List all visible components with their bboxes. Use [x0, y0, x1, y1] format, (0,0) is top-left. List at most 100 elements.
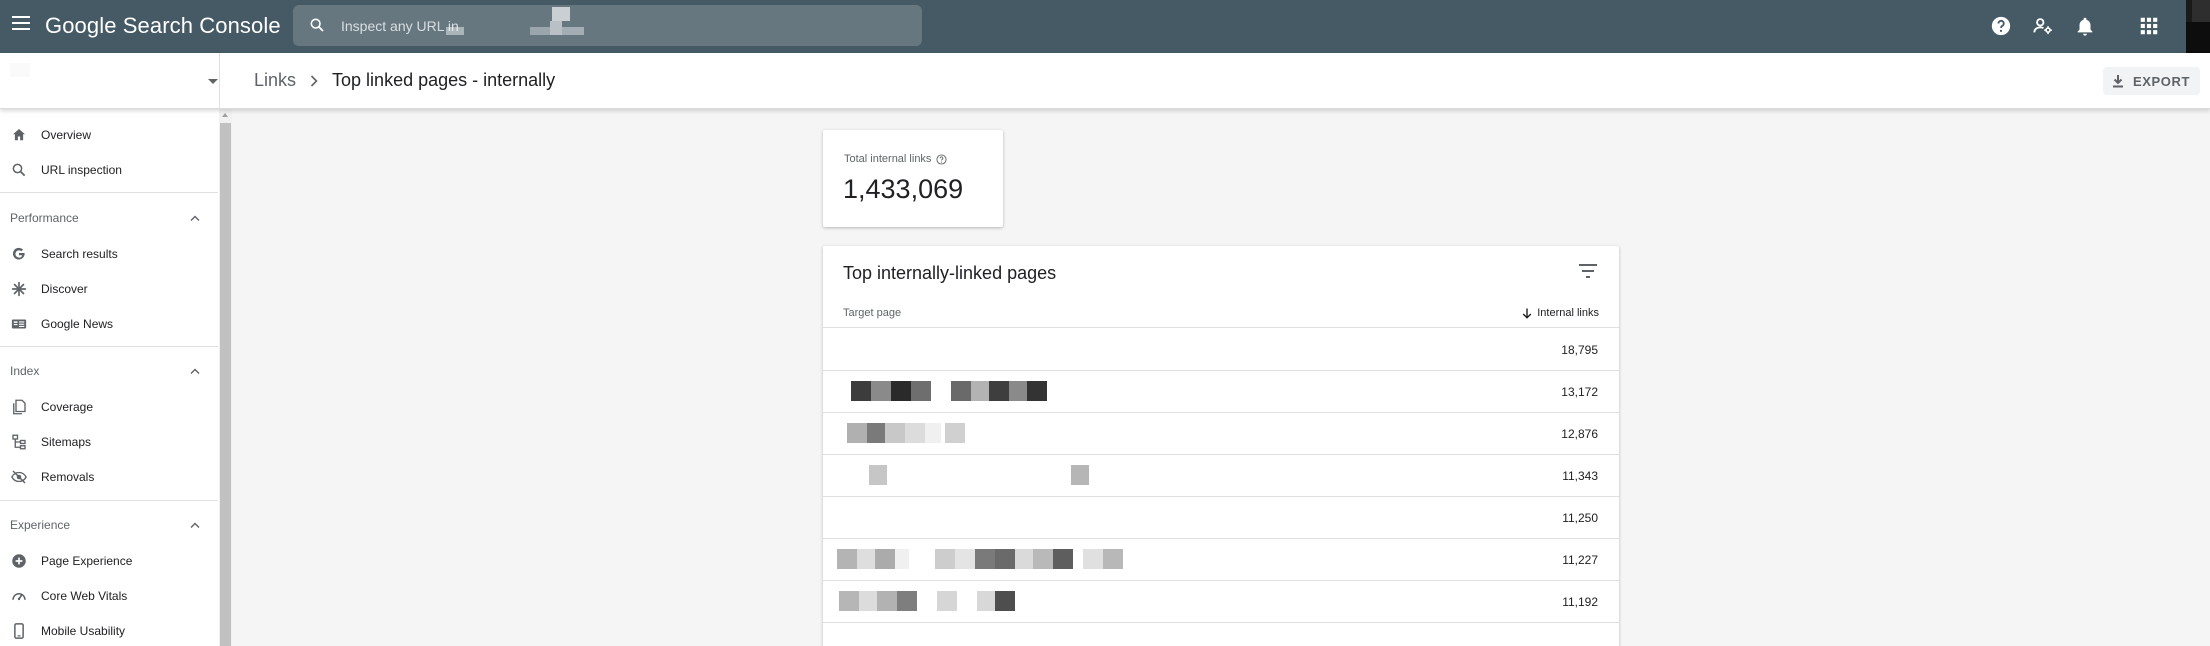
gauge-icon — [12, 592, 26, 600]
sidebar-item-core-web-vitals[interactable]: Core Web Vitals — [0, 578, 218, 613]
apps-grid-icon[interactable] — [2138, 15, 2160, 37]
redacted-url-block — [851, 381, 871, 401]
redacted-url-block — [951, 381, 971, 401]
breadcrumb: Links Top linked pages - internally — [254, 70, 555, 91]
sidebar-section-index[interactable]: Index — [0, 354, 218, 389]
redacted-url-block — [925, 423, 941, 443]
redacted-url-block — [1071, 465, 1089, 485]
redacted-url-block — [1009, 381, 1027, 401]
avatar[interactable] — [2186, 0, 2210, 53]
target-page-url[interactable] — [835, 421, 1235, 447]
menu-icon[interactable] — [12, 16, 30, 30]
sidebar-item-overview[interactable]: Overview — [0, 117, 218, 152]
redacted-url-block — [1015, 549, 1033, 569]
export-button[interactable]: EXPORT — [2102, 67, 2200, 95]
sidebar-section-experience[interactable]: Experience — [0, 508, 218, 543]
table-row[interactable]: 11,227 — [823, 539, 1619, 581]
search-icon — [12, 163, 26, 176]
column-header-internal-links[interactable]: Internal links — [1522, 307, 1599, 319]
redacted-url-block — [945, 423, 965, 443]
table-row[interactable]: 12,876 — [823, 413, 1619, 455]
sidebar-item-mobile-usability[interactable]: Mobile Usability — [0, 613, 218, 646]
total-label-text: Total internal links — [844, 153, 932, 165]
total-label: Total internal links — [844, 153, 947, 165]
app-title[interactable]: Google Search Console — [45, 13, 281, 39]
target-page-url[interactable] — [835, 505, 1235, 531]
page-header: Links Top linked pages - internally EXPO… — [0, 53, 2210, 109]
sitemap-icon — [12, 434, 26, 449]
eye-off-icon — [11, 469, 27, 484]
search-icon — [310, 18, 324, 32]
sidebar-item-removals[interactable]: Removals — [0, 459, 218, 494]
target-page-url[interactable] — [835, 379, 1235, 405]
internal-links-count: 11,192 — [1562, 595, 1598, 609]
table-row[interactable]: 13,172 — [823, 371, 1619, 413]
top-linked-pages-table: Top internally-linked pages Target page … — [823, 246, 1619, 646]
chevron-up-icon — [190, 522, 200, 528]
sidebar-item-discover[interactable]: Discover — [0, 271, 218, 306]
breadcrumb-links[interactable]: Links — [254, 70, 296, 91]
help-icon[interactable] — [936, 153, 947, 165]
filter-icon[interactable] — [1579, 264, 1597, 278]
scroll-up-arrow-icon[interactable] — [222, 113, 228, 117]
table-row[interactable]: 11,192 — [823, 581, 1619, 623]
redacted-url-block — [955, 549, 975, 569]
redacted-url-block — [562, 27, 584, 35]
sidebar-item-label: Discover — [41, 281, 88, 296]
redacted-url-block — [867, 423, 885, 443]
sidebar-item-search-results[interactable]: Search results — [0, 236, 218, 271]
sidebar-item-label: Page Experience — [41, 553, 133, 568]
sidebar-divider — [0, 500, 218, 501]
redacted-url-block — [895, 549, 909, 569]
redacted-url-block — [857, 549, 875, 569]
redacted-url-block — [1027, 381, 1047, 401]
search-input[interactable] — [341, 5, 901, 46]
sidebar-item-label: Overview — [41, 127, 92, 142]
home-icon — [13, 128, 25, 140]
url-inspection-search[interactable] — [293, 5, 922, 46]
sidebar-section-performance[interactable]: Performance — [0, 201, 218, 236]
sidebar-item-label: Core Web Vitals — [41, 588, 128, 603]
column-header-target-page[interactable]: Target page — [843, 307, 901, 319]
redacted-url-block — [530, 27, 550, 35]
table-header: Target page Internal links — [823, 286, 1619, 328]
sidebar-item-page-experience[interactable]: Page Experience — [0, 543, 218, 578]
target-page-url[interactable] — [835, 463, 1235, 489]
bell-icon[interactable] — [2074, 15, 2096, 37]
copy-icon — [13, 399, 26, 414]
redacted-url-block — [869, 465, 887, 485]
column-header-label: Internal links — [1537, 307, 1599, 319]
sidebar-item-label: Mobile Usability — [41, 623, 126, 638]
redacted-url-block — [995, 549, 1015, 569]
property-selector[interactable] — [0, 53, 220, 109]
redacted-url-block — [935, 549, 955, 569]
target-page-url[interactable] — [835, 589, 1235, 615]
target-page-url[interactable] — [835, 337, 1235, 363]
sort-down-arrow-icon — [1522, 308, 1532, 319]
help-icon[interactable] — [1990, 15, 2012, 37]
sidebar-item-label: Removals — [41, 469, 95, 484]
table-row[interactable]: 11,343 — [823, 455, 1619, 497]
property-favicon — [10, 63, 30, 77]
table-row[interactable]: 18,795 — [823, 329, 1619, 371]
sidebar-item-google-news[interactable]: Google News — [0, 306, 218, 341]
redacted-url-block — [1033, 549, 1053, 569]
redacted-url-block — [1103, 549, 1123, 569]
table-row[interactable]: 11,250 — [823, 497, 1619, 539]
sidebar-item-sitemaps[interactable]: Sitemaps — [0, 424, 218, 459]
sidebar-item-label: Sitemaps — [41, 434, 92, 449]
chevron-up-icon — [190, 215, 200, 221]
redacted-url-block — [911, 381, 931, 401]
sidebar-scrollbar[interactable] — [219, 109, 232, 646]
sidebar-item-label: Coverage — [41, 399, 94, 414]
redacted-url-block — [977, 591, 995, 611]
scrollbar-thumb[interactable] — [220, 123, 231, 646]
target-page-url[interactable] — [835, 547, 1235, 573]
sidebar-item-url-inspection[interactable]: URL inspection — [0, 152, 218, 187]
sidebar-item-coverage[interactable]: Coverage — [0, 389, 218, 424]
redacted-url-block — [837, 549, 857, 569]
total-internal-links-card: Total internal links 1,433,069 — [823, 130, 1003, 227]
google-g-icon — [12, 247, 25, 260]
manage-users-icon[interactable] — [2032, 15, 2054, 37]
redacted-url-block — [937, 591, 957, 611]
